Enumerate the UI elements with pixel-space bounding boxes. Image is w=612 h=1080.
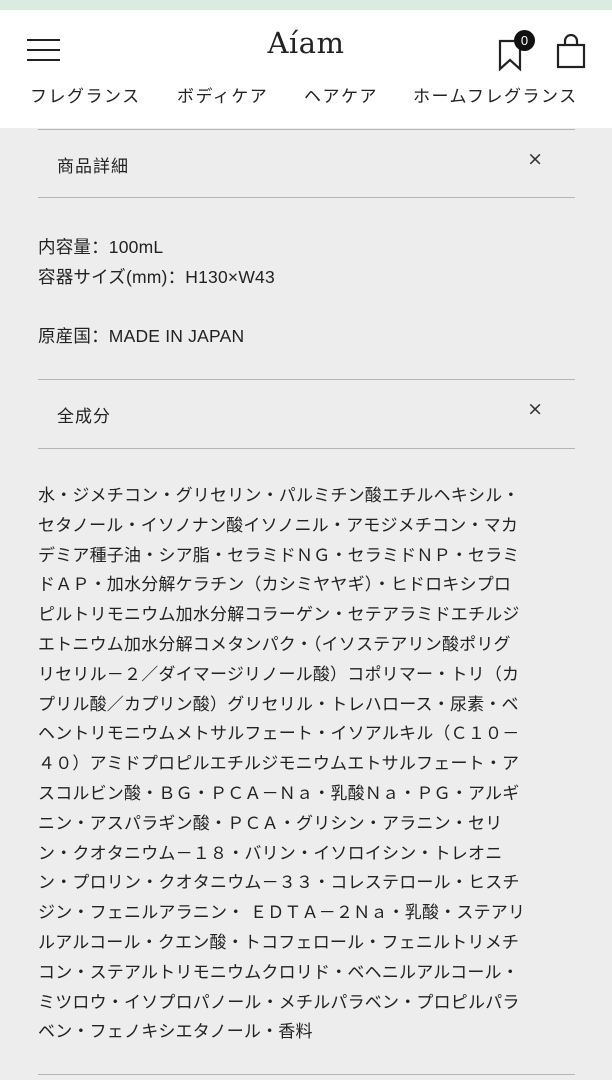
close-icon[interactable]: ×	[527, 148, 543, 170]
ingredients-header[interactable]: 全成分 ×	[38, 384, 575, 444]
ingredient-line: ン・プロリン・クオタニウム－３３・コレステロール・ヒスチ	[38, 873, 520, 894]
ingredient-line: リセリル－２／ダイマージリノール酸）コポリマー・トリ（カ	[38, 664, 520, 685]
site-header: Aíam 0 フレグランス ボディケア ヘアケア ホームフレグランス	[0, 10, 612, 128]
divider	[38, 129, 575, 130]
divider	[38, 379, 575, 380]
top-accent-strip	[0, 0, 612, 10]
ingredient-line: プリル酸／カプリン酸）グリセリル・トレハロース・尿素・ベ	[38, 694, 519, 715]
ingredient-line: 水・ジメチコン・グリセリン・パルミチン酸エチルヘキシル・	[38, 486, 520, 506]
product-details-header[interactable]: 商品詳細 ×	[38, 134, 575, 194]
wishlist-button[interactable]: 0	[497, 30, 537, 74]
ingredient-line: スコルビン酸・ＢＧ・ＰＣＡ－Ｎａ・乳酸Ｎａ・ＰＧ・アルギ	[38, 783, 520, 804]
product-details-title: 商品詳細	[57, 157, 129, 177]
shopping-bag-icon	[556, 34, 586, 69]
ingredient-line: ニン・アスパラギン酸・ＰＣＡ・グリシン・アラニン・セリ	[38, 813, 503, 834]
container-size-text: 容器サイズ(mm)：H130×W43	[38, 267, 275, 287]
ingredients-list: 水・ジメチコン・グリセリン・パルミチン酸エチルヘキシル・ セタノール・イソノナン酸…	[38, 482, 578, 1048]
ingredient-line: ベン・フェノキシエタノール・香料	[38, 1022, 313, 1043]
ingredient-line: セタノール・イソノナン酸イソノニル・アモジメチコン・マカ	[38, 515, 519, 536]
nav-item-hair-care[interactable]: ヘアケア	[304, 82, 378, 107]
nav-item-body-care[interactable]: ボディケア	[177, 82, 268, 107]
ingredient-line: ルアルコール・クエン酸・トコフェロール・フェニルトリメチ	[38, 932, 520, 953]
ingredient-line: ン・クオタニウム－１８・バリン・イソロイシン・トレオニ	[38, 843, 503, 864]
ingredient-line: ドＡＰ・加水分解ケラチン（カシミヤヤギ）・ヒドロキシプロ	[38, 575, 512, 596]
ingredient-line: エトニウム加水分解コメタンパク・（イソステアリン酸ポリグ	[38, 634, 511, 655]
ingredient-line: ヘントリモニウムメトサルフェート・イソアルキル（Ｃ１０－	[38, 724, 520, 745]
ingredient-line: デミア種子油・シア脂・セラミドＮＧ・セラミドＮＰ・セラミ	[38, 545, 520, 566]
category-nav: フレグランス ボディケア ヘアケア ホームフレグランス	[0, 82, 612, 112]
cart-button[interactable]	[555, 34, 587, 70]
nav-item-fragrance[interactable]: フレグランス	[30, 82, 141, 107]
divider	[38, 197, 575, 198]
ingredient-line: ミツロウ・イソプロパノール・メチルパラベン・プロピルパラ	[38, 992, 520, 1013]
capacity-text: 内容量：100mL	[38, 237, 164, 257]
ingredient-line: ４０）アミドプロピルエチルジモニウムエトサルフェート・ア	[38, 754, 520, 775]
origin-text: 原産国：MADE IN JAPAN	[38, 326, 245, 346]
ingredients-title: 全成分	[57, 407, 111, 427]
ingredient-line: コン・ステアルトリモニウムクロリド・ベヘニルアルコール・	[38, 962, 519, 983]
divider	[38, 1074, 575, 1075]
divider	[38, 448, 575, 449]
ingredient-line: ジン・フェニルアラニン・ ＥＤＴＡ－２Ｎａ・乳酸・ステアリ	[38, 903, 526, 924]
ingredient-line: ピルトリモニウム加水分解コラーゲン・セテアラミドエチルジ	[38, 605, 520, 626]
nav-item-home-fragrance[interactable]: ホームフレグランス	[413, 82, 578, 107]
close-icon[interactable]: ×	[527, 398, 543, 420]
wishlist-count-badge: 0	[514, 30, 535, 51]
